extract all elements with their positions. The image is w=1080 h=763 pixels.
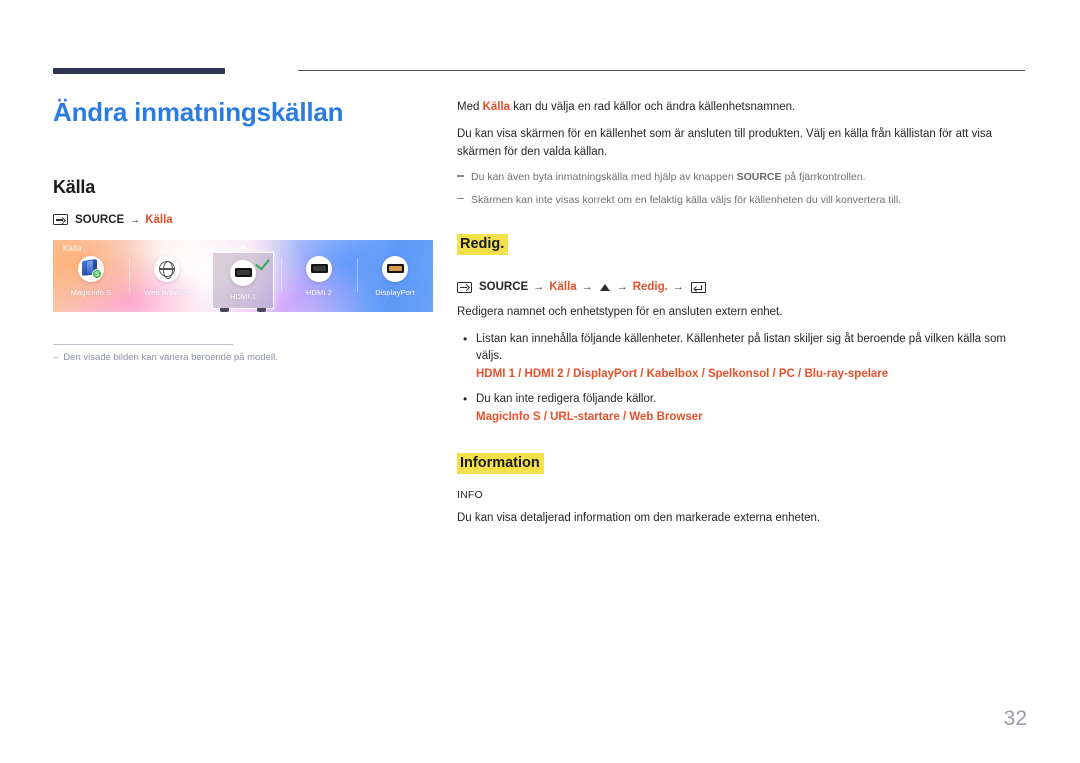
- source-item-displayport: DisplayPort: [357, 250, 433, 312]
- redig-lead: Redigera namnet och enhetstypen för en a…: [457, 306, 783, 319]
- note-1-before: Du kan även byta inmatningskälla med hjä…: [471, 171, 737, 184]
- intro-p1-before: Med: [457, 101, 483, 113]
- bullet-1-values: HDMI 1 / HDMI 2 / DisplayPort / Kabelbox…: [476, 368, 889, 381]
- arrow-icon: →: [672, 281, 684, 294]
- info-label: INFO: [457, 489, 483, 502]
- globe-icon: [154, 255, 180, 282]
- redig-path-step1: Källa: [549, 281, 577, 294]
- heading-information: Information: [457, 453, 544, 475]
- header-rule-thick: [53, 68, 225, 74]
- intro-p1-keyword: Källa: [482, 101, 511, 113]
- source-item-label: MagicInfo S: [70, 287, 112, 297]
- page-number: 32: [1003, 707, 1027, 730]
- source-item-hdmi1-selected: HDMI 1: [205, 243, 281, 312]
- note-1-after: på fjärrkontrollen.: [781, 171, 866, 184]
- menu-path-kalla: SOURCE → Källa: [53, 214, 443, 226]
- chevron-up-icon: [239, 243, 247, 249]
- arrow-icon: →: [129, 213, 141, 226]
- left-column: Ändra inmatningskällan Källa SOURCE → Kä…: [53, 97, 443, 312]
- footnote: – Den visade bilden kan variera beroende…: [53, 351, 413, 365]
- source-item-hdmi2: HDMI 2: [281, 250, 357, 312]
- source-item-label: HDMI 1: [229, 291, 257, 301]
- list-item: Du kan inte redigera följande källor. Ma…: [457, 390, 1027, 427]
- menu-path-source-label: SOURCE: [75, 213, 125, 226]
- source-list-screenshot: Källa S MagicInfo S Web Browser HDMI 1 H…: [53, 239, 433, 312]
- footnote-divider: [53, 344, 233, 345]
- manual-page: Ändra inmatningskällan Källa SOURCE → Kä…: [0, 0, 1080, 763]
- footnote-text: Den visade bilden kan variera beroende p…: [63, 352, 278, 363]
- bullet-1-text: Listan kan innehålla följande källenhete…: [476, 332, 1006, 363]
- magicinfo-icon: S: [78, 255, 104, 282]
- header-rule: [53, 68, 1025, 74]
- intro-paragraph-2: Du kan visa skärmen för en källenhet som…: [457, 127, 993, 158]
- footnote-dash: –: [53, 352, 59, 363]
- hdmi-port-icon: [306, 255, 332, 282]
- displayport-icon: [382, 255, 408, 282]
- list-item: Listan kan innehålla följande källenhete…: [457, 330, 1027, 384]
- header-rule-thin: [298, 70, 1025, 71]
- selected-tile-frame: HDMI 1: [212, 243, 274, 312]
- bullet-2-text: Du kan inte redigera följande källor.: [476, 392, 657, 405]
- enter-key-icon: [690, 281, 706, 293]
- source-button-icon: [457, 281, 472, 293]
- source-item-webbrowser: Web Browser: [129, 250, 205, 312]
- arrow-icon: →: [533, 281, 545, 294]
- hdmi-port-icon: [230, 259, 256, 286]
- info-text: Du kan visa detaljerad information om de…: [457, 512, 821, 525]
- note-1: Du kan även byta inmatningskälla med hjä…: [457, 170, 1027, 186]
- menu-path-target: Källa: [145, 213, 173, 226]
- arrow-icon: →: [616, 281, 628, 294]
- source-item-label: DisplayPort: [375, 287, 415, 297]
- checkmark-icon: [255, 255, 270, 271]
- right-column: Med Källa kan du välja en rad källor och…: [457, 99, 1027, 537]
- intro-p1-after: kan du välja en rad källor och ändra käl…: [510, 101, 796, 113]
- source-item-row: S MagicInfo S Web Browser HDMI 1 HDMI 2 …: [53, 243, 433, 312]
- menu-path-redig: SOURCE → Källa → → Redig. →: [457, 281, 1027, 293]
- source-button-icon: [53, 214, 68, 226]
- page-title: Ändra inmatningskällan: [53, 97, 344, 127]
- section-title-kalla: Källa: [53, 176, 96, 197]
- redig-bullet-list: Listan kan innehålla följande källenhete…: [457, 330, 1027, 427]
- redig-path-source-label: SOURCE: [479, 281, 529, 294]
- redig-path-step2: Redig.: [632, 281, 668, 294]
- source-item-magicinfo: S MagicInfo S: [53, 250, 129, 312]
- source-item-label: HDMI 2: [305, 287, 333, 297]
- source-item-label: Web Browser: [144, 287, 190, 297]
- intro-paragraph-1: Med Källa kan du välja en rad källor och…: [457, 99, 1027, 117]
- note-1-bold: SOURCE: [736, 171, 782, 184]
- note-2-text: Skärmen kan inte visas korrekt om en fel…: [471, 194, 902, 207]
- arrow-icon: →: [581, 281, 593, 294]
- bullet-2-values: MagicInfo S / URL-startare / Web Browser: [476, 410, 703, 423]
- note-2: Skärmen kan inte visas korrekt om en fel…: [457, 193, 1027, 209]
- arrow-up-icon: [599, 283, 610, 291]
- heading-redig: Redig.: [457, 233, 509, 256]
